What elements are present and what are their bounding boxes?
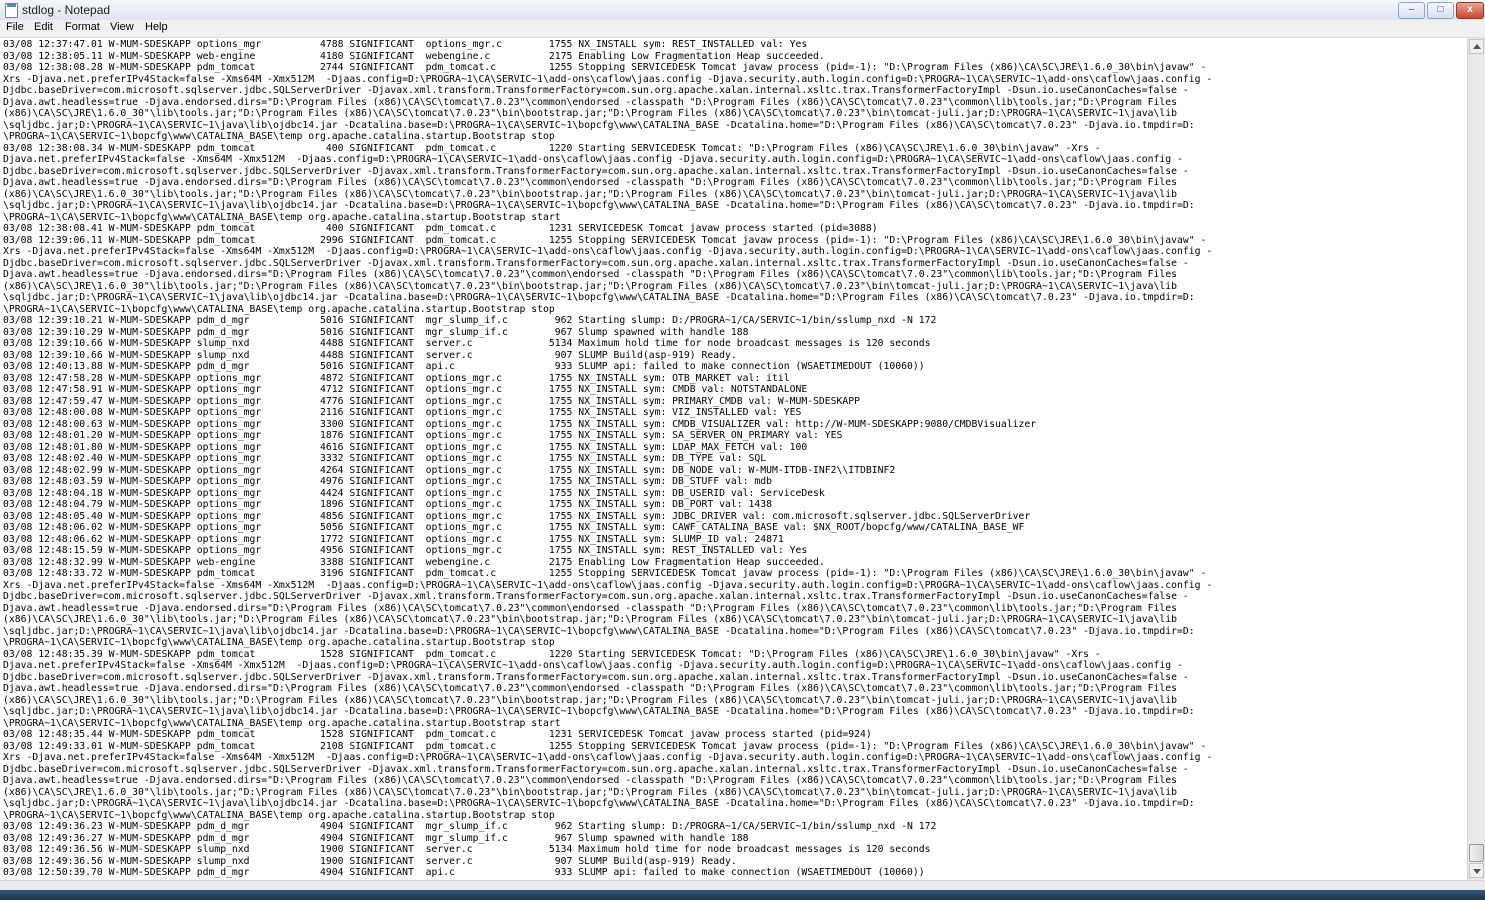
log-line: Djava.net.preferIPv4Stack=false -Xms64M … bbox=[3, 154, 1183, 165]
notepad-icon[interactable] bbox=[5, 3, 18, 18]
minimize-button[interactable]: – bbox=[1398, 2, 1425, 19]
log-line: 03/08 12:39:10.29 W-MUM-SDESKAPP pdm_d_m… bbox=[3, 326, 749, 338]
log-line: 03/08 12:49:36.27 W-MUM-SDESKAPP pdm_d_m… bbox=[3, 832, 749, 844]
log-line: 03/08 12:39:10.21 W-MUM-SDESKAPP pdm_d_m… bbox=[3, 315, 937, 326]
log-line: \sqljdbc.jar;D:\PROGRA~1\CA\SERVIC~1\jav… bbox=[3, 798, 1195, 809]
log-line: 03/08 12:47:58.28 W-MUM-SDESKAPP options… bbox=[3, 372, 790, 384]
log-line: \PROGRA~1\CA\SERVIC~1\bopcfg\www\CATALIN… bbox=[3, 809, 555, 821]
minimize-icon: – bbox=[1408, 4, 1415, 15]
log-line: Djava.net.preferIPv4Stack=false -Xms64M … bbox=[3, 660, 1183, 671]
log-line: Djava.awt.headless=true -Djava.endorsed.… bbox=[3, 775, 1177, 786]
log-line: 03/08 12:49:33.01 W-MUM-SDESKAPP pdm_tom… bbox=[3, 740, 1207, 752]
log-line: (x86)\CA\SC\JRE\1.6.0_30"\lib\tools.jar;… bbox=[3, 280, 1177, 292]
maximize-icon: □ bbox=[1437, 4, 1444, 15]
log-line: \PROGRA~1\CA\SERVIC~1\bopcfg\www\CATALIN… bbox=[3, 717, 561, 729]
taskbar bbox=[0, 890, 1485, 900]
log-line: Djdbc.baseDriver=com.microsoft.sqlserver… bbox=[3, 85, 1189, 96]
log-line: 03/08 12:48:00.63 W-MUM-SDESKAPP options… bbox=[3, 418, 1037, 430]
log-line: Djdbc.baseDriver=com.microsoft.sqlserver… bbox=[3, 591, 1189, 602]
log-line: (x86)\CA\SC\JRE\1.6.0_30"\lib\tools.jar;… bbox=[3, 614, 1177, 625]
title-bar[interactable]: stdlog - Notepad – □ x bbox=[0, 0, 1485, 21]
log-line: 03/08 12:49:36.56 W-MUM-SDESKAPP slump_n… bbox=[3, 844, 931, 855]
window-title: stdlog - Notepad bbox=[22, 3, 111, 17]
log-line: Djava.awt.headless=true -Djava.endorsed.… bbox=[3, 177, 1177, 188]
log-line: 03/08 12:47:58.91 W-MUM-SDESKAPP options… bbox=[3, 384, 808, 395]
log-line: \PROGRA~1\CA\SERVIC~1\bopcfg\www\CATALIN… bbox=[3, 211, 561, 223]
log-line: (x86)\CA\SC\JRE\1.6.0_30"\lib\tools.jar;… bbox=[3, 694, 1177, 706]
menu-file[interactable]: File bbox=[4, 21, 26, 33]
close-button[interactable]: x bbox=[1456, 2, 1484, 19]
log-line: Djdbc.baseDriver=com.microsoft.sqlserver… bbox=[3, 763, 1189, 775]
log-line: 03/08 12:48:05.40 W-MUM-SDESKAPP options… bbox=[3, 510, 1031, 522]
menu-view[interactable]: View bbox=[108, 21, 136, 33]
log-line: Djava.awt.headless=true -Djava.endorsed.… bbox=[3, 683, 1177, 694]
log-line: 03/08 12:48:02.40 W-MUM-SDESKAPP options… bbox=[3, 453, 767, 464]
log-line: 03/08 12:40:13.88 W-MUM-SDESKAPP pdm_d_m… bbox=[3, 361, 925, 372]
menu-bar: File Edit Format View Help bbox=[0, 20, 1485, 38]
log-line: 03/08 12:47:59.47 W-MUM-SDESKAPP options… bbox=[3, 395, 861, 407]
log-line: 03/08 12:49:36.56 W-MUM-SDESKAPP slump_n… bbox=[3, 855, 737, 867]
log-line: 03/08 12:48:00.08 W-MUM-SDESKAPP options… bbox=[3, 407, 802, 418]
menu-format[interactable]: Format bbox=[63, 21, 102, 33]
log-line: Djava.awt.headless=true -Djava.endorsed.… bbox=[3, 602, 1177, 614]
log-line: (x86)\CA\SC\JRE\1.6.0_30"\lib\tools.jar;… bbox=[3, 108, 1177, 119]
log-line: \PROGRA~1\CA\SERVIC~1\bopcfg\www\CATALIN… bbox=[3, 303, 555, 315]
log-line: 03/08 12:48:35.39 W-MUM-SDESKAPP pdm_tom… bbox=[3, 648, 1101, 660]
maximize-button[interactable]: □ bbox=[1427, 2, 1454, 19]
log-line: 03/08 12:48:04.18 W-MUM-SDESKAPP options… bbox=[3, 487, 825, 499]
menu-edit[interactable]: Edit bbox=[32, 21, 55, 33]
log-line: \sqljdbc.jar;D:\PROGRA~1\CA\SERVIC~1\jav… bbox=[3, 292, 1195, 303]
log-line: Djdbc.baseDriver=com.microsoft.sqlserver… bbox=[3, 671, 1189, 683]
log-line: 03/08 12:48:01.80 W-MUM-SDESKAPP options… bbox=[3, 441, 808, 453]
scroll-thumb[interactable] bbox=[1469, 844, 1484, 862]
log-line: 03/08 12:39:06.11 W-MUM-SDESKAPP pdm_tom… bbox=[3, 234, 1207, 246]
vertical-scrollbar[interactable] bbox=[1467, 38, 1485, 880]
log-line: 03/08 12:48:03.59 W-MUM-SDESKAPP options… bbox=[3, 476, 772, 487]
log-line: 03/08 12:48:02.99 W-MUM-SDESKAPP options… bbox=[3, 464, 896, 476]
log-line: Djava.awt.headless=true -Djava.endorsed.… bbox=[3, 96, 1177, 108]
log-line: \sqljdbc.jar;D:\PROGRA~1\CA\SERVIC~1\jav… bbox=[3, 119, 1195, 131]
log-line: Djava.awt.headless=true -Djava.endorsed.… bbox=[3, 269, 1177, 280]
log-line: 03/08 12:39:10.66 W-MUM-SDESKAPP slump_n… bbox=[3, 349, 737, 361]
log-line: Xrs -Djava.net.preferIPv4Stack=false -Xm… bbox=[3, 579, 1213, 591]
log-line: \PROGRA~1\CA\SERVIC~1\bopcfg\www\CATALIN… bbox=[3, 131, 555, 142]
log-line: 03/08 12:39:10.66 W-MUM-SDESKAPP slump_n… bbox=[3, 338, 931, 349]
log-line: \PROGRA~1\CA\SERVIC~1\bopcfg\www\CATALIN… bbox=[3, 637, 555, 648]
log-line: (x86)\CA\SC\JRE\1.6.0_30"\lib\tools.jar;… bbox=[3, 786, 1177, 798]
log-line: \sqljdbc.jar;D:\PROGRA~1\CA\SERVIC~1\jav… bbox=[3, 625, 1195, 637]
log-line: 03/08 12:50:39.70 W-MUM-SDESKAPP pdm_d_m… bbox=[3, 867, 925, 878]
menu-help[interactable]: Help bbox=[143, 21, 170, 33]
log-line: \sqljdbc.jar;D:\PROGRA~1\CA\SERVIC~1\jav… bbox=[3, 706, 1195, 717]
log-line: 03/08 12:48:06.02 W-MUM-SDESKAPP options… bbox=[3, 522, 1025, 533]
log-line: 03/08 12:48:01.20 W-MUM-SDESKAPP options… bbox=[3, 430, 843, 441]
close-icon: x bbox=[1467, 4, 1473, 15]
log-line: 03/08 12:48:06.62 W-MUM-SDESKAPP options… bbox=[3, 533, 784, 545]
log-line: 03/08 12:38:05.11 W-MUM-SDESKAPP web-eng… bbox=[3, 50, 825, 62]
scroll-up-button[interactable] bbox=[1469, 39, 1484, 54]
log-line: 03/08 12:38:08.41 W-MUM-SDESKAPP pdm_tom… bbox=[3, 223, 878, 234]
log-line: 03/08 12:38:08.28 W-MUM-SDESKAPP pdm_tom… bbox=[3, 62, 1207, 73]
log-line: 03/08 12:49:36.23 W-MUM-SDESKAPP pdm_d_m… bbox=[3, 821, 937, 832]
log-line: 03/08 12:48:32.99 W-MUM-SDESKAPP web-eng… bbox=[3, 556, 825, 568]
log-line: 03/08 12:48:15.59 W-MUM-SDESKAPP options… bbox=[3, 545, 808, 556]
log-line: Djdbc.baseDriver=com.microsoft.sqlserver… bbox=[3, 165, 1189, 177]
log-line: \sqljdbc.jar;D:\PROGRA~1\CA\SERVIC~1\jav… bbox=[3, 200, 1195, 211]
log-line: Xrs -Djava.net.preferIPv4Stack=false -Xm… bbox=[3, 73, 1213, 85]
log-line: 03/08 12:37:47.01 W-MUM-SDESKAPP options… bbox=[3, 39, 808, 50]
log-line: (x86)\CA\SC\JRE\1.6.0_30"\lib\tools.jar;… bbox=[3, 188, 1177, 200]
log-line: Djdbc.baseDriver=com.microsoft.sqlserver… bbox=[3, 257, 1189, 269]
text-editor[interactable]: 03/08 12:37:47.01 W-MUM-SDESKAPP options… bbox=[0, 38, 1467, 880]
log-line: 03/08 12:48:35.44 W-MUM-SDESKAPP pdm_tom… bbox=[3, 729, 872, 740]
log-line: 03/08 12:48:33.72 W-MUM-SDESKAPP pdm_tom… bbox=[3, 568, 1207, 579]
log-line: Xrs -Djava.net.preferIPv4Stack=false -Xm… bbox=[3, 752, 1213, 763]
log-text[interactable]: 03/08 12:37:47.01 W-MUM-SDESKAPP options… bbox=[0, 38, 1467, 879]
log-line: Xrs -Djava.net.preferIPv4Stack=false -Xm… bbox=[3, 246, 1213, 257]
log-line: 03/08 12:38:08.34 W-MUM-SDESKAPP pdm_tom… bbox=[3, 142, 1101, 154]
log-line: 03/08 12:48:04.79 W-MUM-SDESKAPP options… bbox=[3, 499, 772, 510]
scroll-down-button[interactable] bbox=[1469, 863, 1484, 878]
